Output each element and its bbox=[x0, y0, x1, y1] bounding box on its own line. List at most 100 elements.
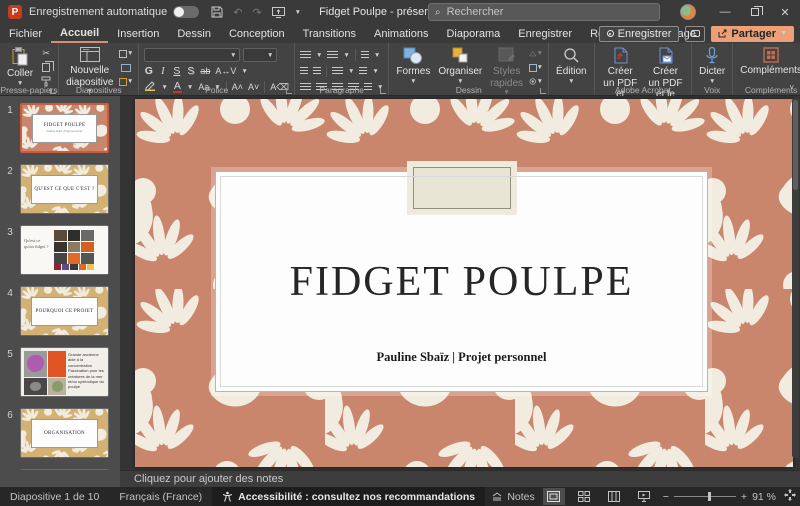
chevron-down-icon[interactable]: ▼ bbox=[295, 9, 301, 16]
slide-layout-icon[interactable]: ▼ bbox=[119, 48, 133, 59]
tab-transitions[interactable]: Transitions bbox=[294, 24, 365, 43]
zoom-out-icon[interactable]: − bbox=[663, 491, 669, 503]
thumbnail-6[interactable]: 6 ORGANISATION bbox=[0, 408, 120, 458]
bold-icon[interactable]: G bbox=[144, 65, 153, 77]
reading-view-icon[interactable] bbox=[603, 488, 625, 505]
accessibility-checker[interactable]: Accessibilité : consultez nos recommanda… bbox=[212, 487, 485, 506]
record-button[interactable]: Enregistrer bbox=[599, 26, 680, 42]
notes-toggle[interactable]: Notes bbox=[491, 491, 534, 503]
zoom-slider[interactable] bbox=[674, 496, 736, 497]
increase-indent-icon[interactable] bbox=[313, 67, 321, 76]
tab-dessin[interactable]: Dessin bbox=[168, 24, 220, 43]
text-shadow-icon[interactable]: S bbox=[186, 65, 195, 77]
slide-canvas[interactable]: FIDGET POULPE Pauline Sbaïz | Projet per… bbox=[135, 99, 793, 467]
shapes-button[interactable]: Formes ▼ bbox=[392, 46, 434, 86]
numbering-icon[interactable] bbox=[327, 51, 338, 60]
dialog-launcher-icon[interactable] bbox=[540, 88, 546, 94]
notes-pane[interactable]: Cliquez pour ajouter des notes bbox=[120, 470, 800, 487]
group-font: ▼ ▼ G I S S ab A↔V ▼ ▼ A▼ Aa▼ A˄ bbox=[139, 43, 295, 95]
search-box[interactable]: ⌕ bbox=[428, 3, 660, 21]
vertical-scrollbar[interactable] bbox=[792, 98, 799, 458]
thumbnail-7[interactable]: 7 Un Trello pour s'organiser Un cahier d… bbox=[0, 469, 120, 470]
arrange-button[interactable]: Organiser ▼ bbox=[434, 46, 486, 86]
language-selector[interactable]: Français (France) bbox=[109, 487, 212, 506]
thumbnail-3[interactable]: 3 Qu'est ce qu'un fidget ? bbox=[0, 225, 120, 275]
zoom-in-icon[interactable]: + bbox=[741, 491, 747, 503]
save-icon[interactable] bbox=[211, 6, 223, 18]
thumbnail-2[interactable]: 2 QU'EST CE QUE C'EST ? bbox=[0, 164, 120, 214]
font-size-combo[interactable]: ▼ bbox=[243, 48, 277, 62]
tab-conception[interactable]: Conception bbox=[220, 24, 294, 43]
powerpoint-window: P Enregistrement automatique ↶ ↷ ▼ Fidge… bbox=[0, 0, 800, 506]
tab-animations[interactable]: Animations bbox=[365, 24, 437, 43]
bullets-icon[interactable] bbox=[300, 51, 311, 60]
undo-icon[interactable]: ↶ bbox=[233, 6, 242, 19]
slide-number: 6 bbox=[0, 408, 20, 458]
quick-access-toolbar: ↶ ↷ ▼ bbox=[211, 6, 301, 19]
share-button[interactable]: Partager ▼ bbox=[711, 26, 794, 42]
paste-button[interactable]: Coller ▼ bbox=[3, 46, 37, 88]
font-name-combo[interactable]: ▼ bbox=[144, 48, 240, 62]
title-placeholder[interactable]: FIDGET POULPE Pauline Sbaïz | Projet per… bbox=[215, 171, 708, 392]
chevron-down-icon: ▼ bbox=[709, 78, 715, 85]
italic-icon[interactable]: I bbox=[158, 66, 167, 77]
restore-icon bbox=[751, 8, 759, 16]
editing-button[interactable]: Édition ▼ bbox=[552, 46, 591, 86]
fit-window-icon[interactable] bbox=[784, 489, 796, 504]
share-icon bbox=[718, 29, 727, 38]
comments-button[interactable] bbox=[685, 26, 705, 42]
tab-diaporama[interactable]: Diaporama bbox=[437, 24, 509, 43]
text-direction-icon[interactable] bbox=[361, 51, 369, 60]
underline-icon[interactable]: S bbox=[172, 65, 181, 77]
thumbnail-4[interactable]: 4 POURQUOI CE PROJET bbox=[0, 286, 120, 336]
slideshow-view-icon[interactable] bbox=[633, 488, 655, 505]
search-input[interactable] bbox=[447, 6, 617, 18]
copy-icon[interactable] bbox=[39, 62, 53, 73]
shape-outline-icon[interactable]: ▼ bbox=[529, 62, 543, 73]
reset-slide-icon[interactable] bbox=[119, 62, 133, 73]
thumbnail-1[interactable]: 1 FIDGET POULPE Pauline Sbaïz | Projet p… bbox=[0, 103, 120, 153]
tab-enregistrer[interactable]: Enregistrer bbox=[509, 24, 581, 43]
slide-title[interactable]: FIDGET POULPE bbox=[216, 258, 707, 306]
restore-button[interactable] bbox=[740, 0, 770, 24]
present-icon[interactable] bbox=[272, 7, 285, 18]
record-icon bbox=[607, 30, 614, 37]
group-slides: Nouvelle diapositive ▼ ▼ ▼ Diapositives bbox=[59, 43, 139, 95]
dictate-button[interactable]: Dicter ▼ bbox=[695, 46, 729, 86]
group-voice: Dicter ▼ Voix bbox=[692, 43, 733, 95]
autosave-toggle[interactable] bbox=[173, 6, 199, 18]
tab-insertion[interactable]: Insertion bbox=[108, 24, 168, 43]
line-spacing-icon[interactable] bbox=[332, 67, 343, 76]
slide-editor[interactable]: FIDGET POULPE Pauline Sbaïz | Projet per… bbox=[120, 96, 800, 470]
char-spacing-icon[interactable]: A↔V bbox=[215, 66, 236, 76]
tab-fichier[interactable]: Fichier bbox=[0, 24, 51, 43]
zoom-level[interactable]: 91 % bbox=[752, 491, 776, 503]
group-editing: Édition ▼ bbox=[549, 43, 595, 95]
shape-fill-icon[interactable]: ▼ bbox=[529, 48, 543, 59]
autosave-control[interactable]: Enregistrement automatique bbox=[29, 6, 199, 18]
notes-placeholder: Cliquez pour ajouter des notes bbox=[134, 473, 283, 485]
thumbnail-5[interactable]: 5 Grande ancienne aide à la concentratio… bbox=[0, 347, 120, 397]
dialog-launcher-icon[interactable] bbox=[50, 88, 56, 94]
sorter-view-icon[interactable] bbox=[573, 488, 595, 505]
minimize-button[interactable]: — bbox=[710, 0, 740, 24]
collapse-ribbon-icon[interactable]: ˅ bbox=[789, 83, 794, 92]
shapes-icon bbox=[403, 47, 423, 64]
decrease-indent-icon[interactable] bbox=[300, 67, 308, 76]
tab-accueil[interactable]: Accueil bbox=[51, 24, 108, 43]
normal-view-icon[interactable] bbox=[543, 488, 565, 505]
strikethrough-icon[interactable]: ab bbox=[200, 66, 210, 76]
avatar[interactable] bbox=[680, 4, 696, 20]
color-swatches bbox=[54, 264, 94, 270]
close-button[interactable]: ✕ bbox=[770, 0, 800, 24]
redo-icon[interactable]: ↷ bbox=[252, 6, 261, 19]
align-text-icon[interactable] bbox=[359, 67, 367, 76]
thumb-title: ORGANISATION bbox=[44, 431, 85, 436]
addins-button[interactable]: Compléments bbox=[736, 46, 800, 78]
cut-icon[interactable]: ✂ bbox=[39, 48, 53, 59]
slide-counter[interactable]: Diapositive 1 de 10 bbox=[0, 487, 109, 506]
ribbon-tabs: Fichier Accueil Insertion Dessin Concept… bbox=[0, 24, 800, 43]
dialog-launcher-icon[interactable] bbox=[286, 88, 292, 94]
dialog-launcher-icon[interactable] bbox=[380, 88, 386, 94]
slide-subtitle[interactable]: Pauline Sbaïz | Projet personnel bbox=[216, 350, 707, 365]
